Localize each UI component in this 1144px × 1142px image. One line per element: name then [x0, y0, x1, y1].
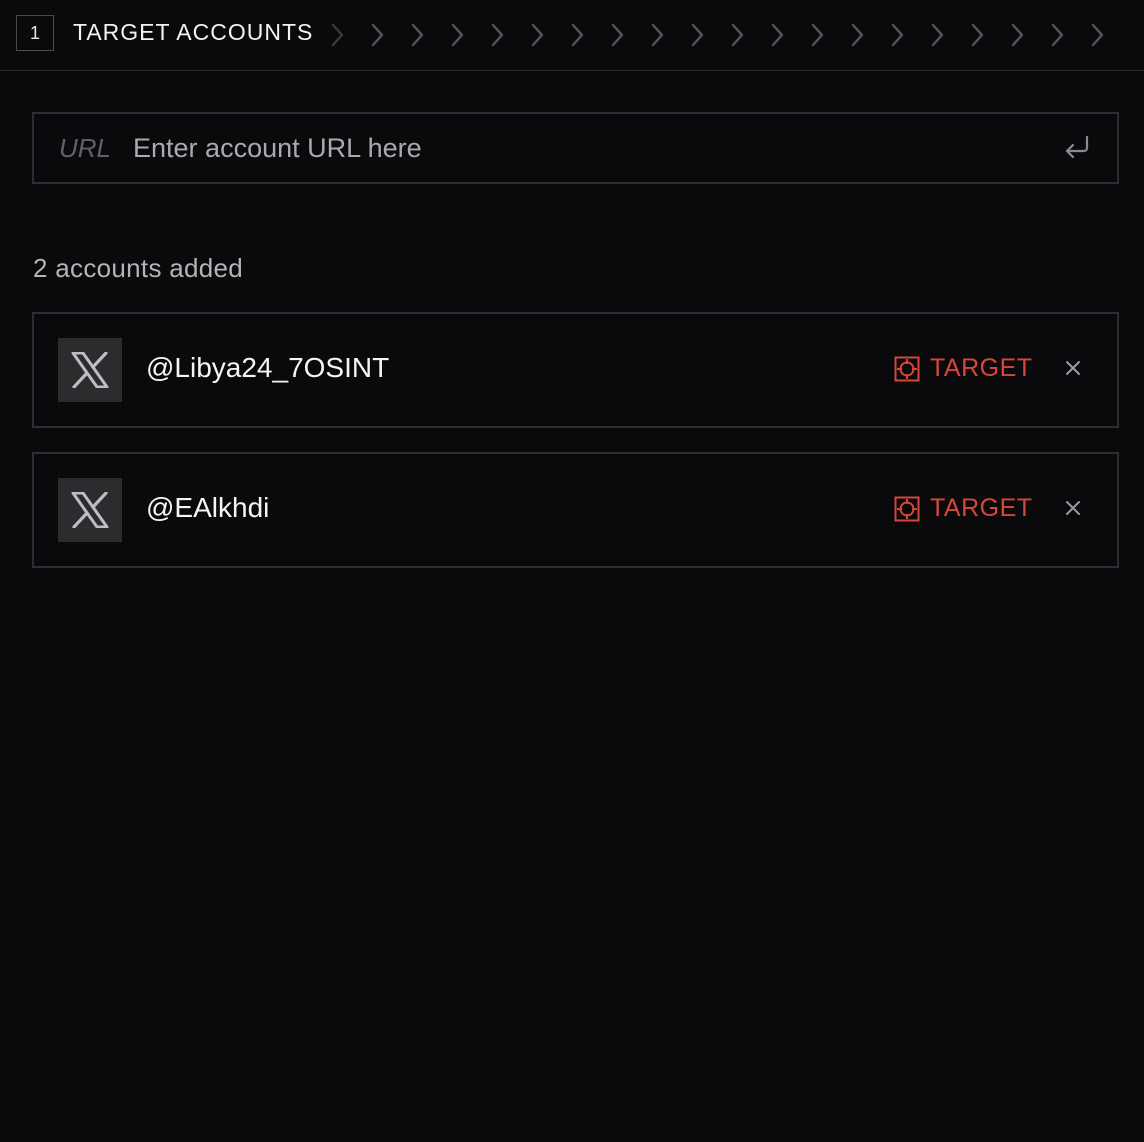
chevron-right-icon — [810, 20, 850, 50]
close-icon — [1065, 500, 1081, 521]
chevron-right-icon — [330, 20, 370, 50]
chevron-right-icon — [490, 20, 530, 50]
target-label: TARGET — [930, 354, 1033, 382]
target-button[interactable]: TARGET — [894, 354, 1033, 383]
url-input-field[interactable]: URL — [32, 112, 1119, 184]
chevron-right-icon — [930, 20, 970, 50]
chevron-right-icon — [1050, 20, 1090, 50]
chevron-right-icon — [650, 20, 690, 50]
accounts-count-label: 2 accounts added — [33, 253, 244, 283]
x-logo-icon — [58, 478, 122, 542]
account-card: @Libya24_7OSINT TARGET — [32, 312, 1119, 428]
crosshair-icon — [894, 356, 920, 382]
chevron-right-icon — [570, 20, 610, 50]
step-number-badge: 1 — [16, 15, 54, 51]
chevron-right-icon — [730, 20, 770, 50]
remove-account-button[interactable] — [1061, 358, 1085, 382]
account-handle: @Libya24_7OSINT — [146, 352, 390, 383]
chevron-right-icon — [770, 20, 810, 50]
chevron-right-icon — [690, 20, 730, 50]
account-url-input[interactable] — [131, 131, 1057, 165]
enter-return-icon[interactable] — [1057, 128, 1097, 168]
x-logo-icon — [58, 338, 122, 402]
chevron-right-icon — [530, 20, 570, 50]
remove-account-button[interactable] — [1061, 498, 1085, 522]
step-progress-chevrons — [330, 20, 1130, 50]
target-button[interactable]: TARGET — [894, 494, 1033, 523]
chevron-right-icon — [370, 20, 410, 50]
close-icon — [1065, 360, 1081, 381]
account-card: @EAlkhdi TARGET — [32, 452, 1119, 568]
chevron-right-icon — [970, 20, 1010, 50]
step-header: 1 TARGET ACCOUNTS — [0, 0, 1144, 71]
chevron-right-icon — [450, 20, 490, 50]
chevron-right-icon — [610, 20, 650, 50]
chevron-right-icon — [1090, 20, 1130, 50]
step-title: TARGET ACCOUNTS — [73, 19, 314, 45]
target-label: TARGET — [930, 494, 1033, 522]
chevron-right-icon — [850, 20, 890, 50]
crosshair-icon — [894, 496, 920, 522]
step-number: 1 — [29, 22, 40, 43]
url-prefix-label: URL — [59, 132, 112, 163]
chevron-right-icon — [1010, 20, 1050, 50]
chevron-right-icon — [890, 20, 930, 50]
account-handle: @EAlkhdi — [146, 492, 270, 523]
chevron-right-icon — [410, 20, 450, 50]
